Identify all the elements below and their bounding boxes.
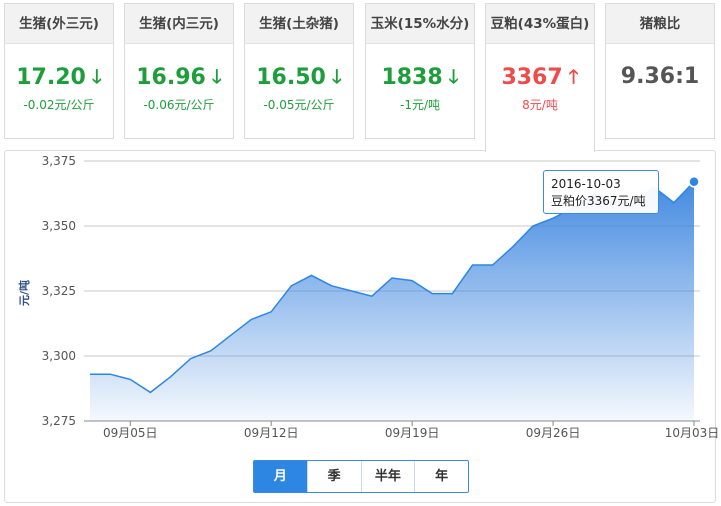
highlight-point [688,176,700,188]
card-value: 3367 🡑 [486,64,594,91]
card-price: 3367 [501,65,563,90]
y-tick-label: 3,325 [42,284,76,298]
x-tick-label: 09月26日 [526,426,581,440]
x-tick-label: 09月19日 [385,426,440,440]
y-tick-label: 3,375 [42,154,76,168]
card-change: 8元/吨 [522,98,558,112]
tooltip-date: 2016-10-03 [551,177,621,191]
series-area [90,181,694,421]
price-card-soybean-meal[interactable]: 豆粕(43%蛋白) 3367 🡑 8元/吨 [485,3,595,152]
range-tab-year[interactable]: 年 [415,461,468,492]
card-label: 豆粕(43%蛋白) [486,4,594,44]
range-tab-month[interactable]: 月 [254,461,308,492]
price-chart: 3,275 3,300 3,325 3,350 3,375 元/吨 09月05日 09月12日… [17,154,720,440]
range-tab-quarter[interactable]: 季 [308,461,362,492]
arrow-up-icon: 🡑 [568,66,579,88]
x-tick-label: 09月12日 [244,426,299,440]
y-tick-label: 3,350 [42,219,76,233]
y-axis-label: 元/吨 [17,280,31,306]
y-tick-label: 3,275 [42,414,76,428]
y-tick-label: 3,300 [42,349,76,363]
chart-tooltip: 2016-10-03 豆粕价3367元/吨 [543,170,659,214]
x-tick-label: 10月03日 [665,426,720,440]
x-tick-label: 09月05日 [103,426,158,440]
time-range-tabs: 月季半年年 [253,460,469,493]
tooltip-value: 豆粕价3367元/吨 [551,194,646,208]
range-tab-half-year[interactable]: 半年 [362,461,416,492]
